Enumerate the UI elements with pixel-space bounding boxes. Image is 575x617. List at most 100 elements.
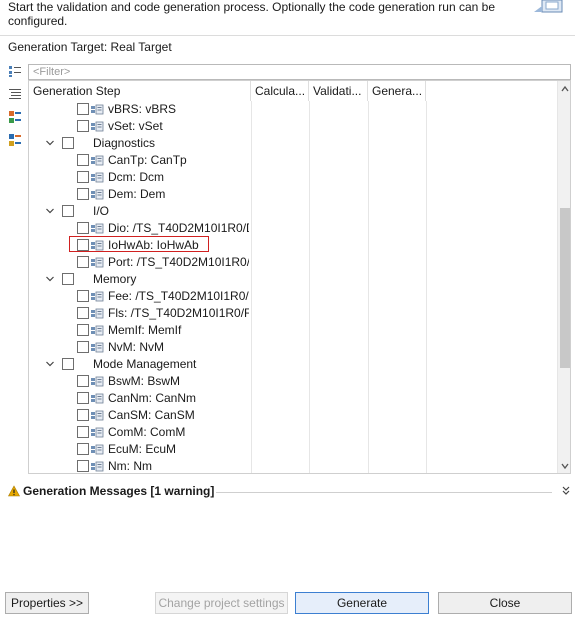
tree-module-row[interactable]: vSet: vSet — [29, 118, 557, 135]
column-separator — [426, 356, 427, 373]
generation-step-cell: MemIf: MemIf — [29, 322, 249, 339]
chevron-down-icon[interactable] — [45, 274, 55, 284]
module-label: NvM: NvM — [108, 340, 164, 354]
column-header-calculation[interactable]: Calcula... — [251, 81, 309, 101]
tree-module-row[interactable]: NvM: NvM — [29, 339, 557, 356]
scroll-down-icon[interactable] — [560, 461, 570, 471]
column-separator — [309, 305, 310, 322]
select-all-icon[interactable] — [8, 110, 22, 124]
column-header-generation-step[interactable]: Generation Step — [29, 81, 251, 101]
collapse-all-icon[interactable] — [8, 87, 22, 101]
group-checkbox[interactable] — [62, 137, 74, 149]
column-separator — [426, 118, 427, 135]
change-project-settings-button[interactable]: Change project settings — [155, 592, 288, 614]
module-icon — [91, 444, 104, 455]
tree-module-row[interactable]: CanSM: CanSM — [29, 407, 557, 424]
filter-input[interactable]: <Filter> — [28, 64, 571, 80]
column-separator — [251, 424, 252, 441]
tree-module-row[interactable]: CanTp: CanTp — [29, 152, 557, 169]
module-checkbox[interactable] — [77, 341, 89, 353]
module-checkbox[interactable] — [77, 222, 89, 234]
module-checkbox[interactable] — [77, 324, 89, 336]
column-separator — [309, 101, 310, 118]
group-checkbox[interactable] — [62, 205, 74, 217]
close-button[interactable]: Close — [438, 592, 572, 614]
tree-module-row[interactable]: Fls: /TS_T40D2M10I1R0/Fls — [29, 305, 557, 322]
properties-button[interactable]: Properties >> — [5, 592, 89, 614]
column-separator — [251, 152, 252, 169]
column-separator — [426, 203, 427, 220]
generation-messages-title[interactable]: Generation Messages [1 warning] — [23, 484, 214, 498]
module-icon — [91, 461, 104, 472]
column-separator — [251, 390, 252, 407]
module-checkbox[interactable] — [77, 409, 89, 421]
tree-module-row[interactable]: Port: /TS_T40D2M10I1R0/I — [29, 254, 557, 271]
tree-module-row[interactable]: Dio: /TS_T40D2M10I1R0/D — [29, 220, 557, 237]
column-separator — [251, 203, 252, 220]
module-checkbox[interactable] — [77, 171, 89, 183]
module-label: Dem: Dem — [108, 187, 166, 201]
tree-group-row[interactable]: Mode Management — [29, 356, 557, 373]
scroll-up-icon[interactable] — [560, 84, 570, 94]
expand-all-icon[interactable] — [8, 64, 22, 78]
tree-module-row[interactable]: MemIf: MemIf — [29, 322, 557, 339]
column-separator — [368, 390, 369, 407]
vertical-scrollbar[interactable] — [557, 81, 570, 473]
module-label: Dio: /TS_T40D2M10I1R0/D — [108, 221, 249, 235]
module-checkbox[interactable] — [77, 256, 89, 268]
highlight-box — [69, 236, 209, 252]
module-checkbox[interactable] — [77, 375, 89, 387]
column-separator — [426, 135, 427, 152]
module-checkbox[interactable] — [77, 307, 89, 319]
generation-step-cell: I/O — [29, 203, 249, 220]
chevron-down-icon[interactable] — [45, 359, 55, 369]
collapse-section-icon[interactable] — [561, 486, 571, 496]
generation-steps-tree: Generation Step Calcula... Validati... G… — [28, 80, 571, 474]
module-checkbox[interactable] — [77, 426, 89, 438]
column-separator — [251, 186, 252, 203]
module-icon — [91, 325, 104, 336]
module-checkbox[interactable] — [77, 443, 89, 455]
generate-button[interactable]: Generate — [295, 592, 429, 614]
module-checkbox[interactable] — [77, 120, 89, 132]
tree-module-row[interactable]: EcuM: EcuM — [29, 441, 557, 458]
tree-module-row[interactable]: Nm: Nm — [29, 458, 557, 473]
column-separator — [251, 288, 252, 305]
chevron-down-icon[interactable] — [45, 138, 55, 148]
column-separator — [251, 118, 252, 135]
column-header-validation[interactable]: Validati... — [309, 81, 368, 101]
tree-module-row[interactable]: Fee: /TS_T40D2M10I1R0/F — [29, 288, 557, 305]
tree-group-row[interactable]: I/O — [29, 203, 557, 220]
column-separator — [368, 424, 369, 441]
column-separator — [251, 356, 252, 373]
column-separator — [251, 322, 252, 339]
tree-module-row[interactable]: CanNm: CanNm — [29, 390, 557, 407]
column-header-generation[interactable]: Genera... — [368, 81, 426, 101]
group-checkbox[interactable] — [62, 358, 74, 370]
scrollbar-thumb[interactable] — [560, 208, 570, 368]
tree-module-row[interactable]: BswM: BswM — [29, 373, 557, 390]
module-checkbox[interactable] — [77, 103, 89, 115]
module-checkbox[interactable] — [77, 392, 89, 404]
module-checkbox[interactable] — [77, 460, 89, 472]
tree-group-row[interactable]: Memory — [29, 271, 557, 288]
generation-step-cell: Fee: /TS_T40D2M10I1R0/F — [29, 288, 249, 305]
tree-module-row[interactable]: Dem: Dem — [29, 186, 557, 203]
module-icon — [91, 427, 104, 438]
column-separator — [368, 169, 369, 186]
column-separator — [309, 135, 310, 152]
group-label: I/O — [93, 204, 110, 218]
column-separator — [251, 407, 252, 424]
tree-module-row[interactable]: vBRS: vBRS — [29, 101, 557, 118]
tree-module-row[interactable]: ComM: ComM — [29, 424, 557, 441]
module-checkbox[interactable] — [77, 154, 89, 166]
deselect-all-icon[interactable] — [8, 133, 22, 147]
column-separator — [309, 407, 310, 424]
group-checkbox[interactable] — [62, 273, 74, 285]
generation-step-cell: BswM: BswM — [29, 373, 249, 390]
module-checkbox[interactable] — [77, 290, 89, 302]
tree-group-row[interactable]: Diagnostics — [29, 135, 557, 152]
chevron-down-icon[interactable] — [45, 206, 55, 216]
tree-module-row[interactable]: Dcm: Dcm — [29, 169, 557, 186]
module-checkbox[interactable] — [77, 188, 89, 200]
